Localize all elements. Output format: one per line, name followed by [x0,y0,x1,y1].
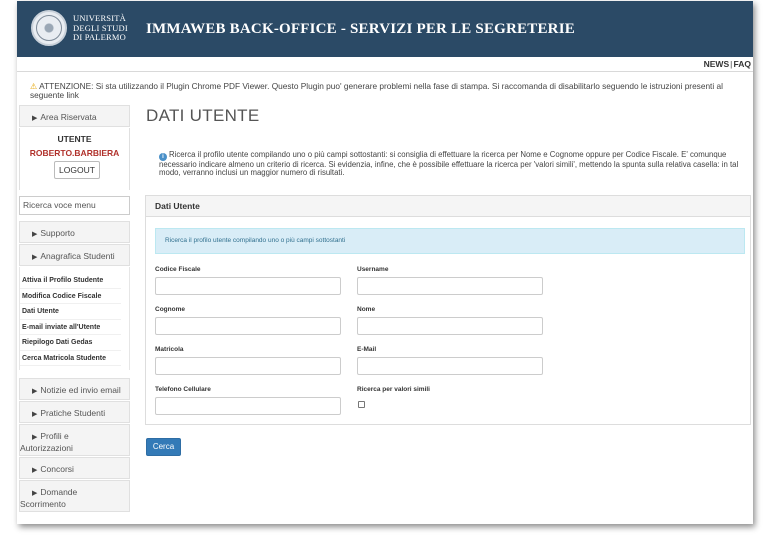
sidebar-item-notizie[interactable]: ▶ Notizie ed invio email [19,378,130,400]
sidebar: ▶ Area Riservata UTENTE ROBERTO.BARBIERA … [19,105,130,513]
submenu-dati-utente[interactable]: Dati Utente [20,304,121,320]
university-seal-icon [31,10,67,46]
submenu-modifica-codice-fiscale[interactable]: Modifica Codice Fiscale [20,289,121,304]
valori-simili-checkbox[interactable] [358,401,365,408]
caret-right-icon: ▶ [32,254,38,261]
caret-right-icon: ▶ [32,388,38,395]
sidebar-item-supporto[interactable]: ▶ Supporto [19,221,130,243]
sidebar-item-concorsi[interactable]: ▶ Concorsi [19,457,130,479]
page-title: DATI UTENTE [146,106,260,125]
search-button[interactable]: Cerca [146,438,181,456]
codice-fiscale-label: Codice Fiscale [155,266,201,273]
logout-button[interactable]: LOGOUT [54,161,100,179]
search-panel: Dati Utente Ricerca il profilo utente co… [145,195,751,425]
sidebar-item-anagrafica-studenti[interactable]: ▶ Anagrafica Studenti [19,244,130,266]
matricola-input[interactable] [155,357,341,375]
sidebar-item-pratiche[interactable]: ▶ Pratiche Studenti [19,401,130,423]
email-input[interactable] [357,357,543,375]
nome-input[interactable] [357,317,543,335]
cognome-input[interactable] [155,317,341,335]
username-input[interactable] [357,277,543,295]
divider [17,71,753,72]
info-text: i Ricerca il profilo utente compilando un… [159,150,739,178]
user-name: ROBERTO.BARBIERA [29,148,120,158]
email-label: E-Mail [357,346,377,353]
app-title: IMMAWEB BACK-OFFICE - SERVIZI PER LE SEG… [146,21,575,37]
caret-right-icon: ▶ [32,411,38,418]
browser-page: UNIVERSITÀ DEGLI STUDI DI PALERMO IMMAWE… [17,1,753,524]
valori-simili-label: Ricerca per valori simili [357,386,430,393]
caret-right-icon: ▶ [32,434,38,441]
matricola-label: Matricola [155,346,184,353]
caret-right-icon: ▶ [32,490,38,497]
panel-title: Dati Utente [146,196,750,217]
caret-right-icon: ▶ [32,115,38,122]
user-label: UTENTE [57,134,92,144]
caret-right-icon: ▶ [32,467,38,474]
university-name: UNIVERSITÀ DEGLI STUDI DI PALERMO [73,13,128,42]
top-links: NEWS|FAQ [703,59,751,69]
top-header: UNIVERSITÀ DEGLI STUDI DI PALERMO IMMAWE… [17,1,753,57]
menu-search-input[interactable]: Ricerca voce menu [19,196,130,215]
news-link[interactable]: NEWS [704,59,730,69]
username-label: Username [357,266,389,273]
sidebar-item-domande[interactable]: ▶ Domande Scorrimento [19,480,130,512]
sidebar-item-area-riservata[interactable]: ▶ Area Riservata [19,105,130,127]
submenu-email-inviate[interactable]: E-mail inviate all'Utente [20,320,121,335]
nome-label: Nome [357,306,376,313]
anagrafica-submenu: Attiva il Profilo Studente Modifica Codi… [19,267,130,370]
submenu-riepilogo-gedas[interactable]: Riepilogo Dati Gedas [20,335,121,351]
submenu-attiva-profilo[interactable]: Attiva il Profilo Studente [20,273,121,289]
cognome-label: Cognome [155,306,185,313]
pdf-plugin-warning: ⚠ ATTENZIONE: Si sta utilizzando il Plugi… [30,81,723,100]
sidebar-item-profili[interactable]: ▶ Profili e Autorizzazioni [19,424,130,456]
caret-right-icon: ▶ [32,231,38,238]
faq-link[interactable]: FAQ [734,59,751,69]
panel-alert: Ricerca il profilo utente compilando uno… [155,228,745,254]
telefono-input[interactable] [155,397,341,415]
codice-fiscale-input[interactable] [155,277,341,295]
submenu-cerca-matricola[interactable]: Cerca Matricola Studente [20,351,121,366]
user-box: UTENTE ROBERTO.BARBIERA LOGOUT [19,128,130,190]
telefono-label: Telefono Cellulare [155,386,211,393]
